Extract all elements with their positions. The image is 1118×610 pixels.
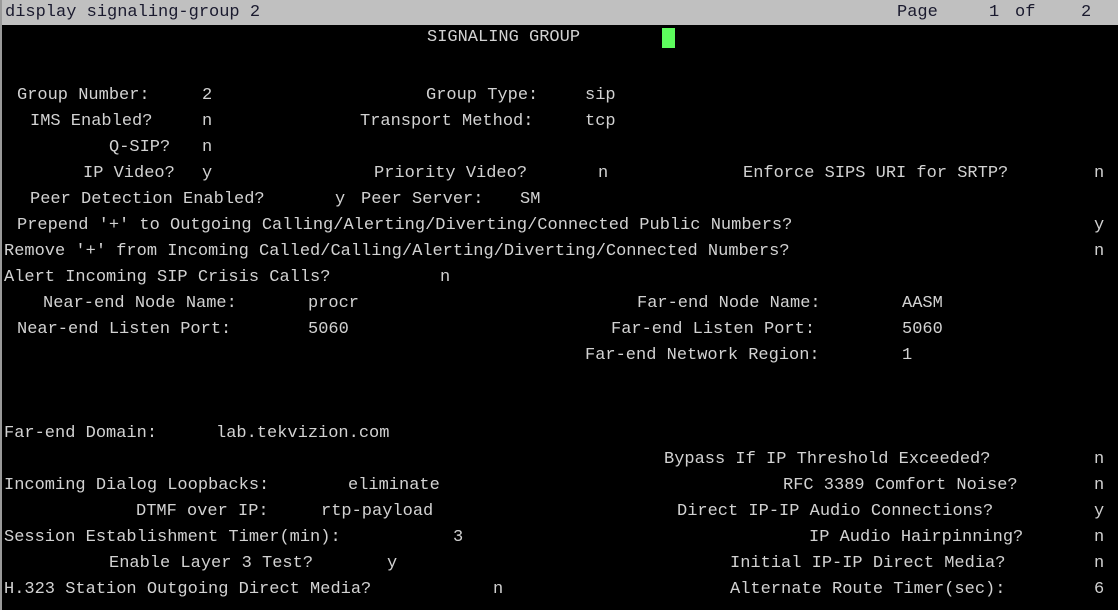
incoming-loopbacks-value[interactable]: eliminate <box>348 473 440 499</box>
page-current-number: 1 <box>989 3 1000 22</box>
near-end-node-value[interactable]: procr <box>308 291 359 317</box>
far-end-node-value[interactable]: AASM <box>902 291 943 317</box>
far-end-port-value[interactable]: 5060 <box>902 317 943 343</box>
field-row-video: IP Video? y Priority Video? n Enforce SI… <box>2 161 1118 187</box>
qsip-value[interactable]: n <box>202 135 212 161</box>
qsip-label: Q-SIP? <box>109 138 171 157</box>
enforce-sips-uri-value[interactable]: n <box>1094 161 1104 187</box>
field-row-node-name: Near-end Node Name: procr Far-end Node N… <box>2 291 1118 317</box>
field-row-peer: Peer Detection Enabled? y Peer Server: S… <box>2 187 1118 213</box>
field-row-dtmf: DTMF over IP: rtp-payload Direct IP-IP A… <box>2 499 1118 525</box>
alt-route-timer-label: Alternate Route Timer(sec): <box>730 580 1006 599</box>
near-end-node-label: Near-end Node Name: <box>43 294 237 313</box>
terminal-screen[interactable]: display signaling-group 2 Page 1 of 2 SI… <box>0 0 1118 610</box>
field-row-listen-port: Near-end Listen Port: 5060 Far-end Liste… <box>2 317 1118 343</box>
far-end-node-label: Far-end Node Name: <box>637 294 821 313</box>
group-number-value[interactable]: 2 <box>202 83 212 109</box>
rfc3389-value[interactable]: n <box>1094 473 1104 499</box>
priority-video-label: Priority Video? <box>374 164 528 183</box>
dtmf-label: DTMF over IP: <box>136 502 269 521</box>
field-row-session-timer: Session Establishment Timer(min): 3 IP A… <box>2 525 1118 551</box>
ip-video-value[interactable]: y <box>202 161 212 187</box>
field-row-crisis: Alert Incoming SIP Crisis Calls? n <box>2 265 1118 291</box>
form-body: SIGNALING GROUP Group Number: 2 Group Ty… <box>2 25 1118 610</box>
group-number-label: Group Number: <box>17 86 150 105</box>
h323-outgoing-value[interactable]: n <box>493 577 503 603</box>
field-row-bypass: Bypass If IP Threshold Exceeded? n <box>2 447 1118 473</box>
field-row-h323: H.323 Station Outgoing Direct Media? n A… <box>2 577 1118 603</box>
alt-route-timer-value[interactable]: 6 <box>1094 577 1104 603</box>
session-timer-label: Session Establishment Timer(min): <box>4 528 341 547</box>
peer-detection-value[interactable]: y <box>335 187 345 213</box>
h323-outgoing-label: H.323 Station Outgoing Direct Media? <box>4 580 372 599</box>
page-total-number: 2 <box>1081 3 1092 22</box>
field-row-remove: Remove '+' from Incoming Called/Calling/… <box>2 239 1118 265</box>
peer-server-label: Peer Server: <box>361 190 484 209</box>
remove-plus-value[interactable]: n <box>1094 239 1104 265</box>
rfc3389-label: RFC 3389 Comfort Noise? <box>783 476 1018 495</box>
ip-hairpinning-value[interactable]: n <box>1094 525 1104 551</box>
peer-detection-label: Peer Detection Enabled? <box>30 190 265 209</box>
ip-video-label: IP Video? <box>83 164 175 183</box>
group-type-value[interactable]: sip <box>585 83 616 109</box>
ims-enabled-value[interactable]: n <box>202 109 212 135</box>
page-of-label: of <box>1015 3 1036 22</box>
alert-crisis-label: Alert Incoming SIP Crisis Calls? <box>4 268 331 287</box>
page-label: Page <box>897 3 938 22</box>
field-row-prepend: Prepend '+' to Outgoing Calling/Alerting… <box>2 213 1118 239</box>
field-row-group: Group Number: 2 Group Type: sip <box>2 83 1118 109</box>
prepend-plus-label: Prepend '+' to Outgoing Calling/Alerting… <box>17 216 793 235</box>
far-end-domain-label: Far-end Domain: <box>4 424 158 443</box>
prepend-plus-value[interactable]: y <box>1094 213 1104 239</box>
transport-method-value[interactable]: tcp <box>585 109 616 135</box>
near-end-port-label: Near-end Listen Port: <box>17 320 232 339</box>
initial-ipip-value[interactable]: n <box>1094 551 1104 577</box>
alert-crisis-value[interactable]: n <box>440 265 450 291</box>
direct-ipip-audio-value[interactable]: y <box>1094 499 1104 525</box>
ip-hairpinning-label: IP Audio Hairpinning? <box>809 528 1024 547</box>
transport-method-label: Transport Method: <box>360 112 534 131</box>
ims-enabled-label: IMS Enabled? <box>30 112 153 131</box>
incoming-loopbacks-label: Incoming Dialog Loopbacks: <box>4 476 270 495</box>
initial-ipip-label: Initial IP-IP Direct Media? <box>730 554 1006 573</box>
far-end-port-label: Far-end Listen Port: <box>611 320 816 339</box>
field-row-ims: IMS Enabled? n Transport Method: tcp <box>2 109 1118 135</box>
group-type-label: Group Type: <box>426 86 539 105</box>
layer3-test-value[interactable]: y <box>387 551 397 577</box>
text-cursor <box>662 28 675 48</box>
page-title: SIGNALING GROUP <box>427 28 581 47</box>
field-row-network-region: Far-end Network Region: 1 <box>2 343 1118 369</box>
far-end-region-value[interactable]: 1 <box>902 343 912 369</box>
field-row-qsip: Q-SIP? n <box>2 135 1118 161</box>
far-end-region-label: Far-end Network Region: <box>585 346 820 365</box>
enforce-sips-uri-label: Enforce SIPS URI for SRTP? <box>743 164 1009 183</box>
session-timer-value[interactable]: 3 <box>453 525 463 551</box>
far-end-domain-value[interactable]: lab.tekvizion.com <box>216 421 389 447</box>
command-status-bar: display signaling-group 2 Page 1 of 2 <box>2 0 1118 25</box>
direct-ipip-audio-label: Direct IP-IP Audio Connections? <box>677 502 994 521</box>
dtmf-value[interactable]: rtp-payload <box>321 499 433 525</box>
field-row-layer3: Enable Layer 3 Test? y Initial IP-IP Dir… <box>2 551 1118 577</box>
screen-title-row: SIGNALING GROUP <box>2 25 1118 51</box>
field-row-loopbacks: Incoming Dialog Loopbacks: eliminate RFC… <box>2 473 1118 499</box>
command-line-text[interactable]: display signaling-group 2 <box>5 0 260 25</box>
peer-server-value[interactable]: SM <box>520 187 540 213</box>
near-end-port-value[interactable]: 5060 <box>308 317 349 343</box>
bypass-threshold-label: Bypass If IP Threshold Exceeded? <box>664 450 991 469</box>
field-row-far-end-domain: Far-end Domain: lab.tekvizion.com <box>2 421 1118 447</box>
bypass-threshold-value[interactable]: n <box>1094 447 1104 473</box>
remove-plus-label: Remove '+' from Incoming Called/Calling/… <box>4 242 790 261</box>
layer3-test-label: Enable Layer 3 Test? <box>109 554 314 573</box>
priority-video-value[interactable]: n <box>598 161 608 187</box>
